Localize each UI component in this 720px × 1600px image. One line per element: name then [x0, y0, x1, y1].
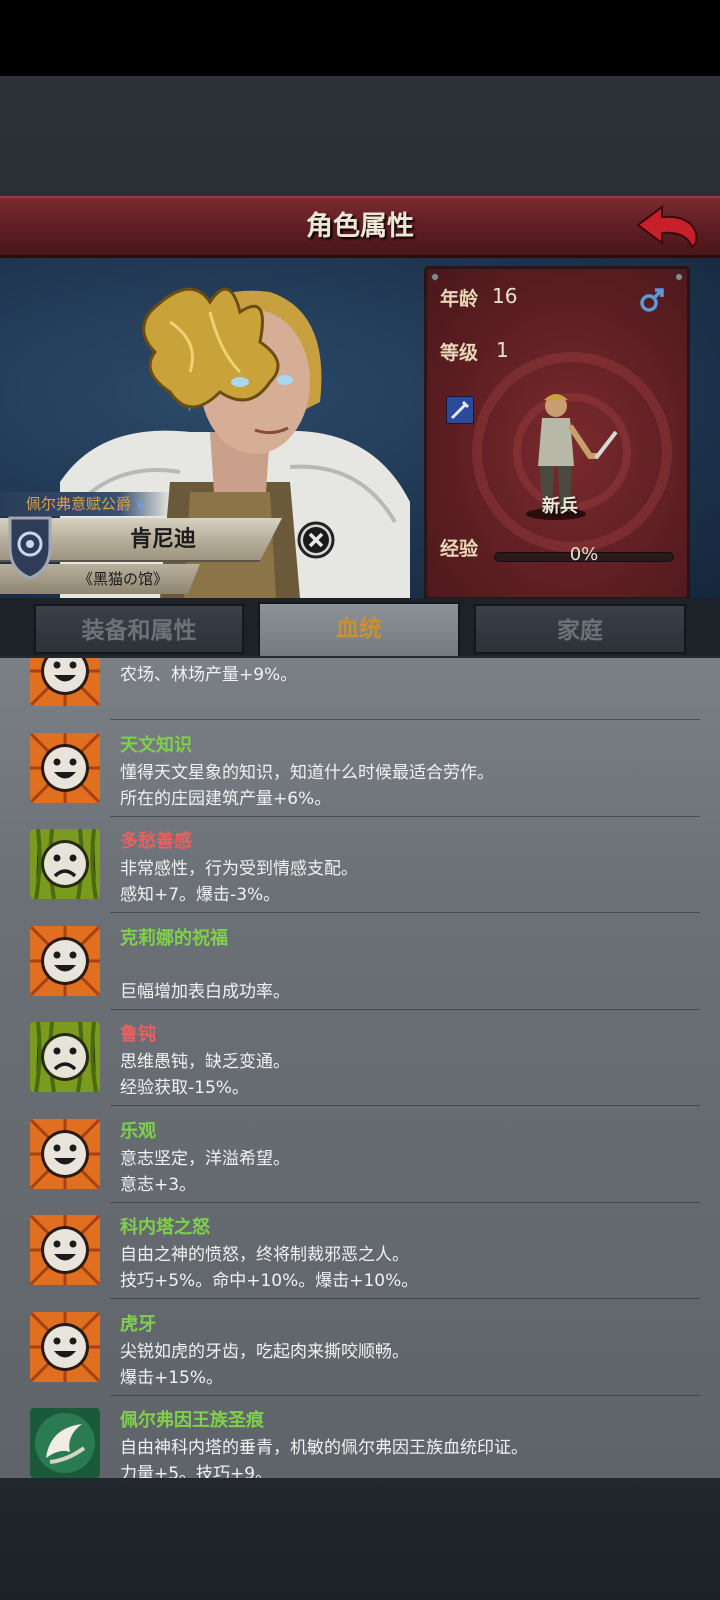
character-subname: 《黑猫の馆》: [77, 570, 168, 588]
trait-description: 自由之神的愤怒，终将制裁邪恶之人。: [120, 1245, 409, 1265]
age-label: 年龄: [440, 288, 479, 310]
trait-row[interactable]: 鲁钝思维愚钝，缺乏变通。 经验获取-15%。: [0, 1010, 720, 1108]
trait-name: 虎牙: [120, 1313, 156, 1335]
trait-row[interactable]: 虎牙尖锐如虎的牙齿，吃起肉来撕咬顺畅。 爆击+15%。: [0, 1300, 720, 1398]
trait-description: 非常感性，行为受到情感支配。: [120, 859, 358, 879]
royal-mark-icon: [30, 1408, 100, 1478]
happy-face-icon: [30, 658, 100, 706]
trait-description: 农场、林场产量+9%。: [120, 665, 298, 685]
happy-face-icon: [30, 732, 100, 803]
trait-name: 天文知识: [120, 734, 192, 756]
noble-title-tag: 佩尔弗意赋公爵 ♛: [0, 492, 170, 516]
xp-value: 0%: [569, 544, 599, 565]
tab-equipment[interactable]: 装备和属性: [34, 604, 244, 654]
trait-description: 自由神科内塔的垂青，机敏的佩尔弗因王族血统印证。: [120, 1438, 528, 1458]
tab-family[interactable]: 家庭: [474, 604, 686, 654]
class-name: 新兵: [542, 496, 578, 517]
trait-effect: 技巧+5%。命中+10%。爆击+10%。: [120, 1271, 419, 1291]
trait-effect: 意志+3。: [120, 1174, 197, 1195]
sad-face-icon: [30, 1022, 100, 1092]
sad-face-icon: [30, 829, 100, 899]
trait-row[interactable]: 科内塔之怒自由之神的愤怒，终将制裁邪恶之人。 技巧+5%。命中+10%。爆击+10…: [0, 1203, 720, 1301]
back-arrow-icon[interactable]: [634, 203, 700, 251]
level-label: 等级: [440, 342, 479, 364]
happy-face-icon: [30, 1118, 100, 1189]
trait-row[interactable]: 克莉娜的祝福巨幅增加表白成功率。: [0, 914, 720, 1012]
bottom-bar: [0, 1478, 720, 1600]
trait-row[interactable]: 天文知识懂得天文星象的知识，知道什么时候最适合劳作。 所在的庄园建筑产量+6%。: [0, 721, 720, 819]
trait-name: 佩尔弗因王族圣痕: [120, 1410, 264, 1431]
trait-effect: 爆击+15%。: [120, 1367, 224, 1388]
trait-list[interactable]: 农场、林场产量+9%。 天文知识懂得天文星象的知识，知道什么时候最适合劳作。 所在…: [0, 658, 720, 1478]
shield-crest-icon: [8, 516, 52, 580]
happy-face-icon: [30, 925, 100, 996]
trait-effect: 力量+5。技巧+9。: [120, 1464, 273, 1478]
tab-bloodline[interactable]: 血统: [258, 602, 460, 656]
trait-name: 乐观: [120, 1120, 156, 1142]
close-icon[interactable]: [296, 520, 336, 560]
sword-class-icon: [446, 396, 474, 424]
trait-effect: 所在的庄园建筑产量+6%。: [120, 788, 332, 809]
happy-face-icon: [30, 1311, 100, 1382]
crown-icon: ♛: [135, 498, 147, 513]
trait-row[interactable]: 农场、林场产量+9%。: [0, 658, 720, 722]
happy-face-icon: [30, 1215, 100, 1285]
trait-name: 科内塔之怒: [120, 1217, 210, 1238]
trait-description: 尖锐如虎的牙齿，吃起肉来撕咬顺畅。: [120, 1341, 409, 1362]
age-value: 16: [492, 284, 518, 308]
noble-title: 佩尔弗意赋公爵: [26, 495, 132, 513]
trait-row[interactable]: 多愁善感非常感性，行为受到情感支配。 感知+7。爆击-3%。: [0, 817, 720, 915]
trait-description: 思维愚钝，缺乏变通。: [120, 1052, 290, 1072]
trait-name: 克莉娜的祝福: [120, 927, 228, 949]
trait-effect: 巨幅增加表白成功率。: [120, 981, 290, 1002]
trait-name: 鲁钝: [120, 1024, 156, 1045]
page-title: 角色属性: [306, 211, 414, 242]
xp-label: 经验: [440, 538, 479, 560]
character-name[interactable]: 肯尼迪: [58, 518, 268, 562]
trait-effect: 经验获取-15%。: [120, 1078, 249, 1098]
header-bar: 角色属性: [0, 196, 720, 258]
rivet: [675, 273, 683, 281]
trait-effect: 感知+7。爆击-3%。: [120, 885, 281, 905]
male-icon: [640, 288, 664, 312]
trait-description: 懂得天文星象的知识，知道什么时候最适合劳作。: [120, 762, 494, 783]
level-value: 1: [496, 338, 509, 362]
trait-row[interactable]: 佩尔弗因王族圣痕自由神科内塔的垂青，机敏的佩尔弗因王族血统印证。力量+5。技巧+…: [0, 1396, 720, 1478]
status-bar-area: [0, 0, 720, 76]
rivet: [431, 273, 439, 281]
trait-description: 意志坚定，洋溢希望。: [120, 1148, 290, 1169]
trait-name: 多愁善感: [120, 831, 192, 852]
trait-row[interactable]: 乐观意志坚定，洋溢希望。 意志+3。: [0, 1107, 720, 1205]
